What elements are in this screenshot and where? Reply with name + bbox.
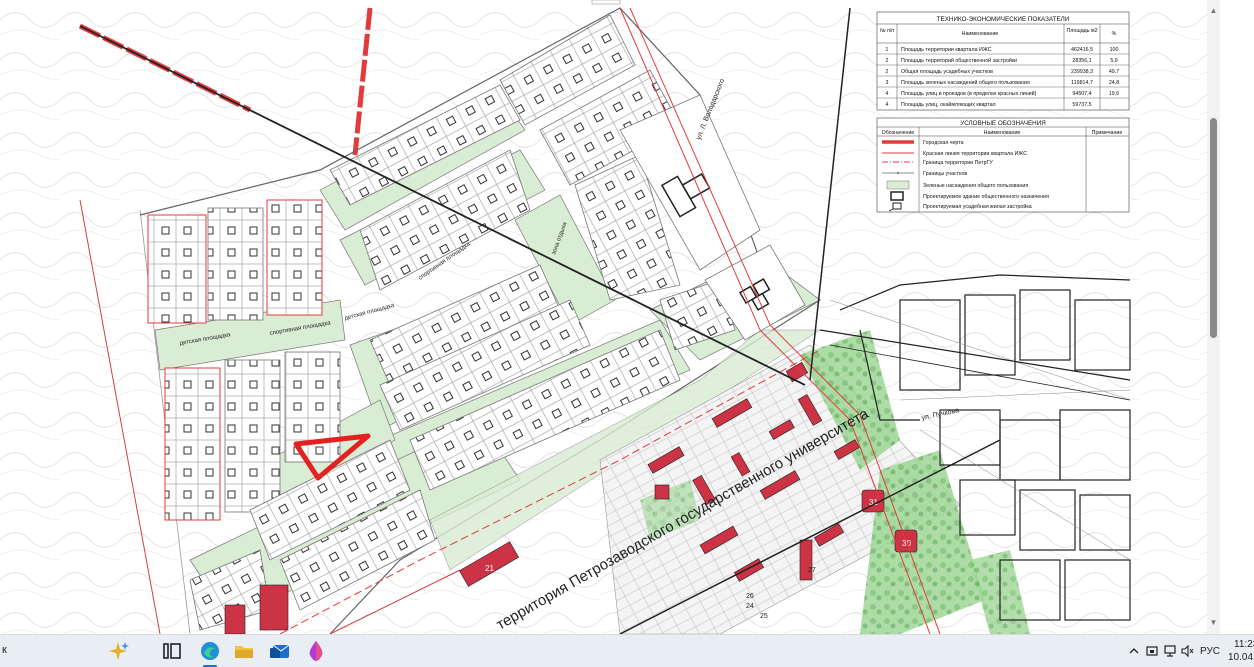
tech-row-3-percent: 49,7 [1109, 69, 1119, 75]
building-21-label: 21 [485, 564, 494, 573]
taskbar: к РУС 11:2 10.04 [0, 634, 1254, 667]
legend-header-note: Примечание [1092, 130, 1123, 136]
tech-row-4-no: 3 [886, 80, 889, 86]
tech-header-percent: % [1112, 31, 1117, 37]
copilot-sparkle-icon[interactable] [106, 639, 130, 663]
legend-header-name: Наименование [984, 130, 1021, 136]
document-viewer[interactable]: 21 30 31 24 26 25 27 детская площадка сп… [0, 0, 1254, 634]
tech-row-1-name: Площадь территории квартала ИЖС [901, 47, 992, 53]
app-tray-icon[interactable] [1145, 644, 1159, 658]
system-tray: РУС 11:23 10.04.2 [1128, 635, 1254, 667]
legend-item-4: Границы участков [923, 171, 967, 177]
tech-row-1-area: 462416,5 [1071, 47, 1093, 53]
taskbar-search-text: к [2, 644, 7, 656]
tech-row-4-area: 119814,7 [1071, 80, 1093, 86]
scrollbar-thumb[interactable] [1210, 118, 1217, 338]
tech-row-6-area: 59737,5 [1072, 102, 1091, 108]
legend-title: УСЛОВНЫЕ ОБОЗНАЧЕНИЯ [960, 120, 1046, 127]
scroll-up-arrow-icon[interactable]: ▲ [1207, 6, 1220, 16]
tech-row-6-name: Площадь улиц, окаймляющих квартал [901, 101, 996, 108]
viewer-margin [1220, 0, 1254, 634]
volume-muted-icon[interactable] [1180, 644, 1194, 658]
site-plan-map: 21 30 31 24 26 25 27 детская площадка сп… [0, 0, 1207, 634]
building-25-label: 25 [760, 613, 768, 620]
building-27-label: 27 [808, 567, 816, 574]
tech-row-5-no: 4 [886, 91, 889, 97]
chevron-up-icon[interactable] [1128, 645, 1140, 657]
tech-header-name: Наименование [962, 31, 999, 37]
mail-app-icon[interactable] [268, 639, 292, 663]
legend-item-6: Проектируемое здание общественного назна… [923, 194, 1049, 200]
language-indicator[interactable]: РУС [1200, 646, 1220, 657]
tech-row-2-no: 2 [886, 58, 889, 64]
tech-row-1-no: 1 [886, 47, 889, 53]
tech-row-3-area: 239938,3 [1071, 69, 1093, 75]
tech-header-no: № п/п [880, 28, 894, 34]
tech-row-3-no: 2 [886, 69, 889, 75]
legend-item-7: Проектируемая усадебная жилая застройка [923, 203, 1032, 210]
legend-item-3: Граница территории ПетрГУ [923, 160, 993, 166]
legend-item-2: Красная линия территории квартала ИЖС [923, 151, 1027, 157]
legend-item-5: Зеленые насаждения общего пользования [923, 183, 1028, 189]
legend-table: УСЛОВНЫЕ ОБОЗНАЧЕНИЯ Обозначение Наимено… [876, 117, 1130, 213]
taskbar-search-box[interactable]: к [0, 635, 100, 667]
tech-row-5-name: Площадь улиц и проездов (в пределах крас… [901, 90, 1037, 97]
tech-row-3-name: Общая площадь усадебных участков [901, 69, 993, 75]
pinned-app-drop-icon[interactable] [304, 639, 328, 663]
tech-table-title: ТЕХНИКО-ЭКОНОМИЧЕСКИЕ ПОКАЗАТЕЛИ [937, 16, 1070, 23]
tech-row-5-area: 94507,4 [1072, 91, 1091, 97]
scroll-down-arrow-icon[interactable]: ▼ [1207, 618, 1220, 628]
tech-economic-table: ТЕХНИКО-ЭКОНОМИЧЕСКИЕ ПОКАЗАТЕЛИ № п/п Н… [876, 11, 1130, 111]
clock-date[interactable]: 10.04.2 [1228, 652, 1254, 663]
tech-row-2-percent: 5,9 [1110, 58, 1117, 64]
tech-row-6-no: 4 [886, 102, 889, 108]
tech-row-2-name: Площадь территорий общественной застройк… [901, 57, 1017, 64]
tech-row-2-area: 28356,1 [1072, 58, 1091, 64]
legend-header-symbol: Обозначение [882, 130, 915, 136]
vertical-scrollbar[interactable]: ▲ ▼ [1207, 0, 1220, 634]
building-24-label: 24 [746, 603, 754, 610]
tech-row-5-percent: 19,6 [1109, 91, 1119, 97]
task-view-icon[interactable] [160, 639, 184, 663]
clock-time[interactable]: 11:23 [1234, 639, 1254, 650]
tech-header-area: Площадь м2 [1066, 28, 1097, 34]
tech-row-4-percent: 24,8 [1109, 80, 1119, 86]
network-icon[interactable] [1163, 644, 1177, 658]
tech-row-1-percent: 100 [1110, 47, 1119, 53]
legend-item-1: Городская черта [923, 140, 964, 146]
tech-row-4-name: Площадь зеленых насаждений общего пользо… [901, 79, 1030, 86]
edge-browser-icon[interactable] [198, 639, 222, 663]
file-explorer-icon[interactable] [232, 639, 256, 663]
building-26-label: 26 [746, 593, 754, 600]
